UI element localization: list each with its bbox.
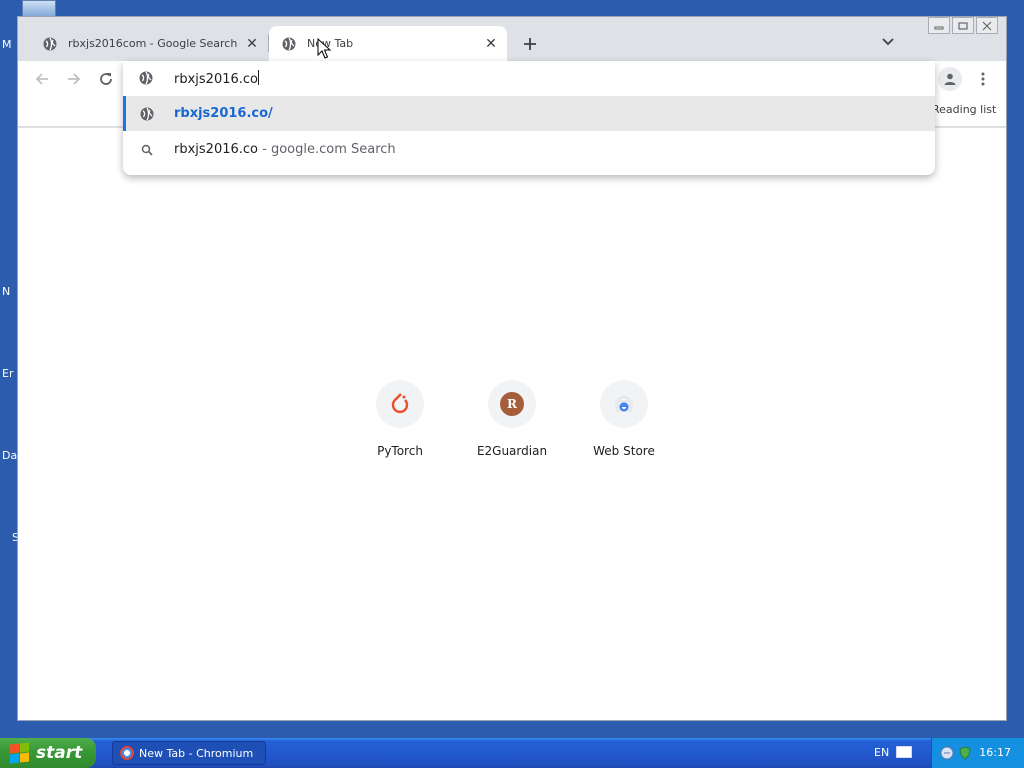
taskbar: start New Tab - Chromium EN 16:17 bbox=[0, 738, 1024, 768]
windows-flag-icon bbox=[10, 742, 30, 764]
arrow-right-icon bbox=[68, 73, 81, 85]
profile-button[interactable] bbox=[938, 67, 962, 91]
restore-icon bbox=[958, 21, 968, 30]
letter-r-icon: R bbox=[500, 392, 524, 416]
close-window-button[interactable] bbox=[976, 17, 998, 34]
shortcut-label: Web Store bbox=[593, 444, 655, 458]
omnibox-dropdown: rbxjs2016.co rbxjs2016.co/ rbxjs2016.co … bbox=[123, 61, 935, 175]
tab-google-search[interactable]: rbxjs2016com - Google Search ✕ bbox=[30, 26, 268, 61]
tab-new-tab[interactable]: New Tab ✕ bbox=[269, 26, 507, 61]
close-icon bbox=[982, 21, 992, 30]
globe-icon bbox=[281, 36, 297, 52]
omnibox-input[interactable]: rbxjs2016.co bbox=[123, 61, 935, 95]
back-button[interactable] bbox=[32, 69, 52, 89]
desktop-label[interactable]: Er bbox=[2, 367, 18, 380]
omnibox-text[interactable]: rbxjs2016.co bbox=[174, 70, 259, 87]
start-button[interactable]: start bbox=[0, 738, 96, 768]
more-vert-icon bbox=[981, 72, 985, 86]
shortcut-label: PyTorch bbox=[377, 444, 423, 458]
tab-search-button[interactable] bbox=[878, 32, 898, 52]
tab-strip: rbxjs2016com - Google Search ✕ New Tab ✕ bbox=[18, 17, 1006, 61]
minimize-button[interactable] bbox=[928, 17, 950, 34]
menu-button[interactable] bbox=[976, 69, 990, 89]
reading-list-button[interactable]: Reading list bbox=[932, 103, 996, 116]
suggestion-text: rbxjs2016.co/ bbox=[174, 106, 273, 121]
minimize-icon bbox=[934, 26, 944, 29]
shortcut-web-store[interactable]: Web Store bbox=[568, 380, 680, 458]
clock: 16:17 bbox=[979, 746, 1011, 759]
tab-title: rbxjs2016com - Google Search bbox=[68, 37, 238, 50]
tab-title: New Tab bbox=[307, 37, 354, 50]
close-tab-icon[interactable]: ✕ bbox=[242, 34, 262, 54]
suggestion-url-text: rbxjs2016.co/ bbox=[174, 106, 273, 121]
shortcut-icon-circle bbox=[600, 380, 648, 428]
globe-icon bbox=[42, 36, 58, 52]
desktop-label[interactable]: M bbox=[2, 38, 18, 51]
suggestion-search[interactable]: rbxjs2016.co - google.com Search bbox=[123, 132, 935, 167]
reload-button[interactable] bbox=[96, 69, 116, 89]
shortcut-label: E2Guardian bbox=[476, 444, 548, 458]
new-tab-page: PyTorch R E2Guardian Web Store bbox=[18, 128, 1006, 720]
plus-icon bbox=[524, 38, 536, 50]
mouse-cursor-icon bbox=[317, 38, 331, 59]
desktop-label[interactable]: N bbox=[2, 285, 18, 298]
new-tab-button[interactable] bbox=[518, 32, 542, 56]
language-indicator[interactable]: EN bbox=[874, 746, 889, 759]
globe-icon bbox=[139, 106, 155, 122]
desktop-label[interactable]: Da bbox=[2, 449, 18, 462]
shortcut-icon-circle bbox=[376, 380, 424, 428]
person-icon bbox=[944, 73, 956, 85]
security-icon[interactable] bbox=[958, 746, 972, 760]
suggestion-url[interactable]: rbxjs2016.co/ bbox=[123, 96, 935, 131]
window-controls bbox=[928, 17, 998, 34]
browser-window: rbxjs2016com - Google Search ✕ New Tab ✕ bbox=[17, 16, 1007, 721]
forward-button[interactable] bbox=[64, 69, 84, 89]
reload-icon bbox=[100, 73, 112, 85]
system-tray: 16:17 bbox=[931, 738, 1024, 768]
taskbar-item-label: New Tab - Chromium bbox=[139, 746, 254, 760]
omnibox-value: rbxjs2016.co bbox=[174, 72, 258, 87]
arrow-left-icon bbox=[35, 73, 48, 85]
start-label: start bbox=[36, 743, 83, 763]
chevron-down-icon bbox=[882, 38, 894, 46]
globe-icon bbox=[139, 70, 155, 86]
close-tab-icon[interactable]: ✕ bbox=[481, 34, 501, 54]
search-icon bbox=[139, 142, 155, 158]
shortcut-icon-circle: R bbox=[488, 380, 536, 428]
text-caret bbox=[258, 70, 259, 85]
taskbar-item-chromium[interactable]: New Tab - Chromium bbox=[112, 741, 266, 765]
shortcut-e2guardian[interactable]: R E2Guardian bbox=[456, 380, 568, 458]
network-icon[interactable] bbox=[940, 746, 954, 760]
suggestion-query: rbxjs2016.co bbox=[174, 142, 258, 157]
suggestion-text: rbxjs2016.co - google.com Search bbox=[174, 142, 396, 157]
keyboard-icon[interactable] bbox=[896, 746, 912, 758]
chromium-icon bbox=[120, 746, 134, 760]
pytorch-icon bbox=[391, 393, 409, 414]
web-store-icon bbox=[615, 396, 633, 412]
suggestion-suffix: - google.com Search bbox=[258, 142, 396, 157]
shortcut-pytorch[interactable]: PyTorch bbox=[344, 380, 456, 458]
maximize-button[interactable] bbox=[952, 17, 974, 34]
